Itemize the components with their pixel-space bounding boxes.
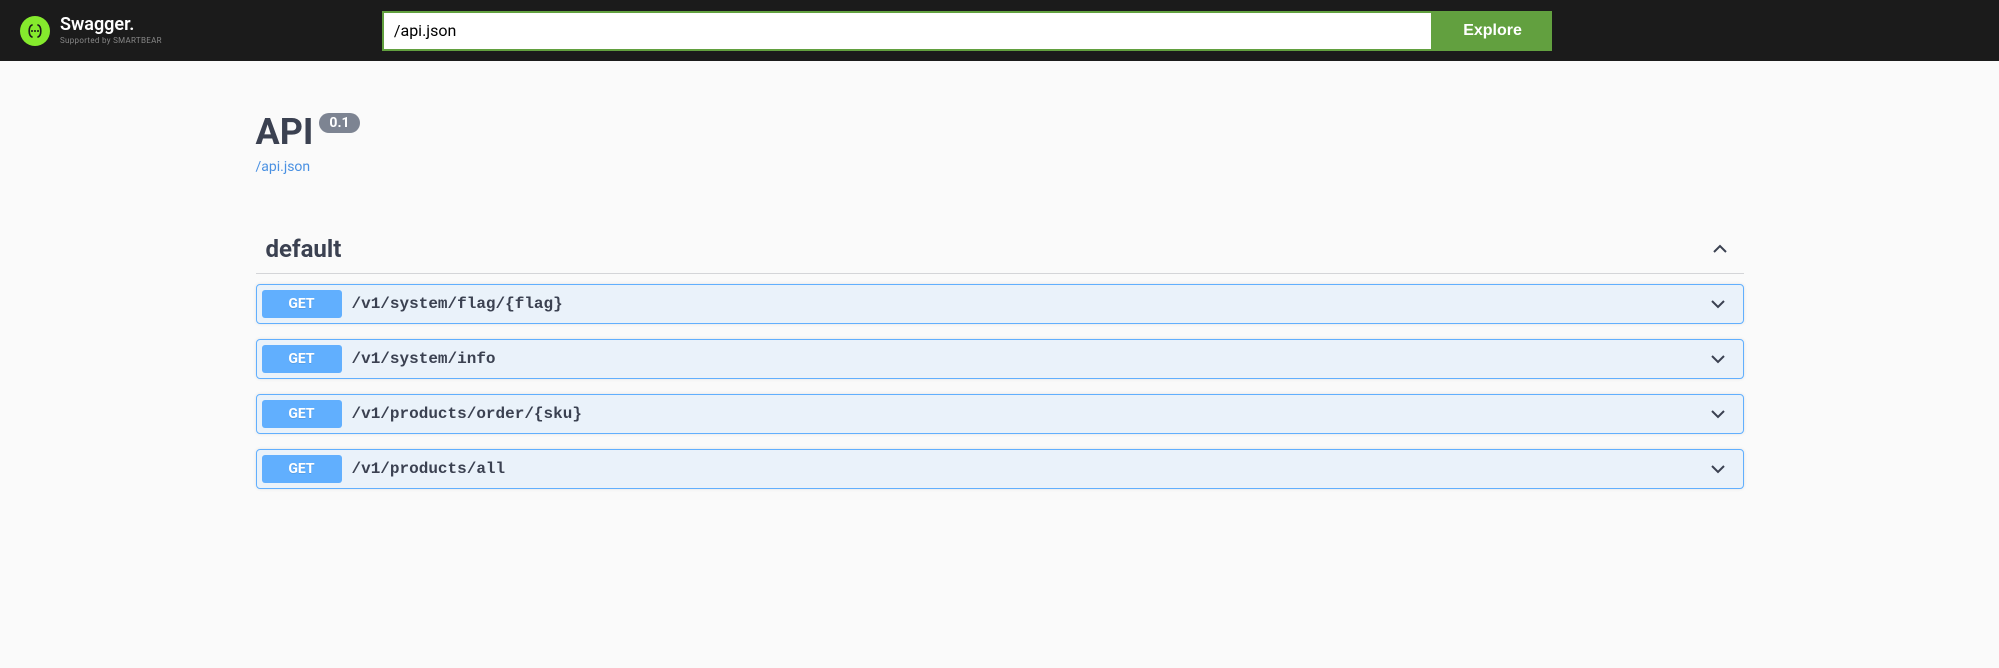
operation-path: /v1/products/order/{sku} [352, 405, 1708, 423]
operation-row: GET /v1/system/info [256, 339, 1744, 379]
chevron-down-icon [1708, 404, 1728, 424]
spec-url-form: Explore [382, 11, 1552, 51]
http-method-badge: GET [262, 400, 342, 428]
api-title: API [256, 111, 314, 153]
operation-summary[interactable]: GET /v1/products/all [257, 450, 1743, 488]
swagger-logo-icon [20, 16, 50, 46]
operations-list: GET /v1/system/flag/{flag} GET /v1/syste… [256, 284, 1744, 489]
api-version-badge: 0.1 [319, 113, 359, 133]
tag-name: default [256, 235, 342, 263]
explore-button[interactable]: Explore [1433, 11, 1552, 51]
chevron-down-icon [1708, 294, 1728, 314]
http-method-badge: GET [262, 290, 342, 318]
operation-summary[interactable]: GET /v1/system/flag/{flag} [257, 285, 1743, 323]
main-content: API 0.1 /api.json default GET /v1/system… [256, 61, 1744, 534]
operation-path: /v1/products/all [352, 460, 1708, 478]
spec-link[interactable]: /api.json [256, 159, 311, 175]
topbar: Swagger. Supported by SMARTBEAR Explore [0, 0, 1999, 61]
logo-subtitle: Supported by SMARTBEAR [60, 36, 162, 45]
operation-summary[interactable]: GET /v1/system/info [257, 340, 1743, 378]
spec-url-input[interactable] [382, 11, 1433, 51]
operation-row: GET /v1/products/all [256, 449, 1744, 489]
operation-path: /v1/system/flag/{flag} [352, 295, 1708, 313]
operation-row: GET /v1/products/order/{sku} [256, 394, 1744, 434]
operation-path: /v1/system/info [352, 350, 1708, 368]
chevron-down-icon [1708, 459, 1728, 479]
chevron-up-icon [1710, 239, 1730, 259]
tag-section-default: default GET /v1/system/flag/{flag} GET /… [256, 225, 1744, 489]
swagger-logo[interactable]: Swagger. Supported by SMARTBEAR [20, 16, 162, 46]
operation-summary[interactable]: GET /v1/products/order/{sku} [257, 395, 1743, 433]
api-title-row: API 0.1 [256, 111, 1744, 153]
tag-header[interactable]: default [256, 225, 1744, 274]
api-info: API 0.1 /api.json [256, 91, 1744, 205]
operation-row: GET /v1/system/flag/{flag} [256, 284, 1744, 324]
http-method-badge: GET [262, 345, 342, 373]
http-method-badge: GET [262, 455, 342, 483]
logo-title: Swagger. [60, 16, 162, 34]
chevron-down-icon [1708, 349, 1728, 369]
